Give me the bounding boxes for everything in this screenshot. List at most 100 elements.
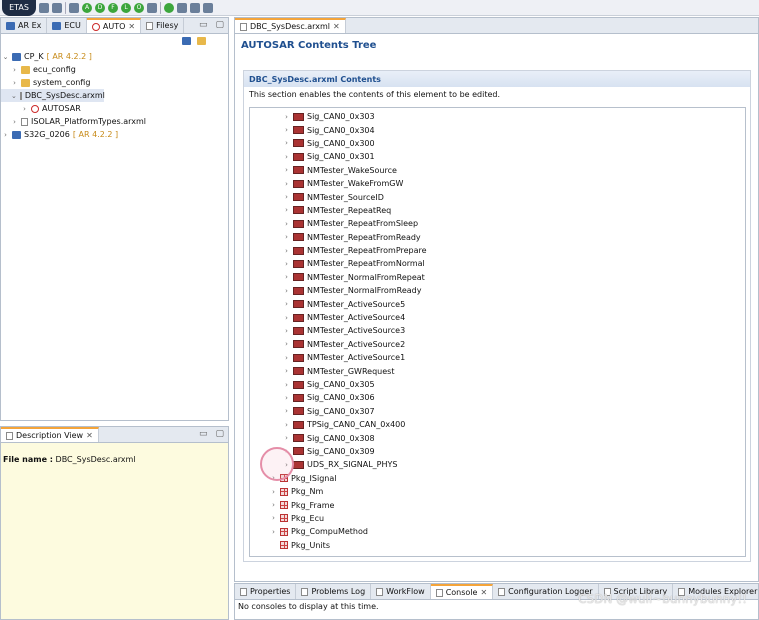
- close-icon[interactable]: ✕: [480, 588, 487, 597]
- package-tree-item[interactable]: › Pkg_CompuMethod: [250, 525, 745, 538]
- tab-dbc-sysdesc[interactable]: DBC_SysDesc.arxml ✕: [235, 18, 346, 33]
- tab-filesystem[interactable]: Filesy: [141, 18, 185, 33]
- signal-tree-item[interactable]: › UDS_RX_SIGNAL_PHYS: [250, 458, 745, 471]
- expand-arrow-icon[interactable]: ›: [11, 118, 18, 126]
- expand-arrow-icon[interactable]: ›: [283, 287, 290, 295]
- expand-arrow-icon[interactable]: ›: [283, 407, 290, 415]
- close-icon[interactable]: ✕: [128, 22, 135, 31]
- signal-tree-item[interactable]: › NMTester_RepeatReq: [250, 204, 745, 217]
- action-f-icon[interactable]: F: [108, 2, 118, 13]
- expand-arrow-icon[interactable]: ›: [270, 514, 277, 522]
- expand-arrow-icon[interactable]: ›: [283, 434, 290, 442]
- tree-item-platform-types[interactable]: › ISOLAR_PlatformTypes.arxml: [1, 115, 228, 128]
- tab-console[interactable]: Console ✕: [430, 584, 494, 599]
- tree-item-autosar[interactable]: › AUTOSAR: [1, 102, 228, 115]
- tree-item-project-s32g[interactable]: › S32G_0206[ AR 4.2.2 ]: [1, 128, 228, 141]
- forward-icon[interactable]: [203, 2, 213, 13]
- signal-tree-item[interactable]: › NMTester_SourceID: [250, 190, 745, 203]
- expand-arrow-icon[interactable]: ›: [283, 247, 290, 255]
- expand-arrow-icon[interactable]: ›: [283, 367, 290, 375]
- signal-tree-item[interactable]: › Sig_CAN0_0x303: [250, 110, 745, 123]
- action-a-icon[interactable]: A: [82, 2, 92, 13]
- expand-arrow-icon[interactable]: ›: [283, 340, 290, 348]
- signal-tree-item[interactable]: › NMTester_ActiveSource2: [250, 338, 745, 351]
- signal-tree-item[interactable]: › NMTester_GWRequest: [250, 364, 745, 377]
- expand-arrow-icon[interactable]: ›: [283, 220, 290, 228]
- package-tree-item[interactable]: › Pkg_Ecu: [250, 512, 745, 525]
- tab-ecu[interactable]: ECU: [47, 18, 87, 33]
- package-tree-item[interactable]: › Pkg_Nm: [250, 485, 745, 498]
- action-l-icon[interactable]: L: [121, 2, 131, 13]
- close-icon[interactable]: ✕: [86, 431, 93, 440]
- tree-icon[interactable]: [52, 2, 62, 13]
- signal-tree-item[interactable]: › NMTester_RepeatFromPrepare: [250, 244, 745, 257]
- action-d-icon[interactable]: D: [95, 2, 105, 13]
- action-o-icon[interactable]: O: [134, 2, 144, 13]
- collapse-all-icon[interactable]: [182, 37, 191, 45]
- expand-arrow-icon[interactable]: ›: [283, 421, 290, 429]
- signal-tree-item[interactable]: › Sig_CAN0_0x304: [250, 123, 745, 136]
- new-icon[interactable]: [39, 2, 49, 13]
- tab-properties[interactable]: Properties: [235, 584, 297, 599]
- signal-tree-item[interactable]: › TPSig_CAN0_CAN_0x400: [250, 418, 745, 431]
- back-icon[interactable]: [190, 2, 200, 13]
- signal-tree-item[interactable]: › Sig_CAN0_0x305: [250, 378, 745, 391]
- package-tree-item[interactable]: › Pkg_ISignal: [250, 472, 745, 485]
- signal-tree-item[interactable]: › NMTester_NormalFromReady: [250, 284, 745, 297]
- expand-arrow-icon[interactable]: ›: [283, 300, 290, 308]
- build-icon[interactable]: [177, 2, 187, 13]
- tab-workflow[interactable]: WorkFlow: [371, 584, 431, 599]
- signal-tree-item[interactable]: › NMTester_RepeatFromReady: [250, 231, 745, 244]
- signal-tree-item[interactable]: › Sig_CAN0_0x309: [250, 445, 745, 458]
- expand-arrow-icon[interactable]: ›: [283, 180, 290, 188]
- tab-description-view[interactable]: Description View ✕: [1, 427, 99, 442]
- package-tree-item[interactable]: › Pkg_Frame: [250, 498, 745, 511]
- tree-item-project-cp-k[interactable]: ⌄ CP_K[ AR 4.2.2 ]: [1, 50, 228, 63]
- expand-arrow-icon[interactable]: ›: [283, 166, 290, 174]
- expand-arrow-icon[interactable]: ›: [2, 131, 9, 139]
- signal-tree-item[interactable]: › Sig_CAN0_0x306: [250, 391, 745, 404]
- expand-arrow-icon[interactable]: ›: [283, 314, 290, 322]
- tree-item-system-config[interactable]: › system_config: [1, 76, 228, 89]
- signal-tree-item[interactable]: › NMTester_ActiveSource4: [250, 311, 745, 324]
- expand-arrow-icon[interactable]: ›: [11, 66, 18, 74]
- signal-tree-item[interactable]: › NMTester_ActiveSource5: [250, 297, 745, 310]
- expand-arrow-icon[interactable]: ›: [283, 206, 290, 214]
- signal-tree-item[interactable]: › Sig_CAN0_0x307: [250, 405, 745, 418]
- tab-autosar[interactable]: AUTO ✕: [86, 18, 142, 33]
- signal-tree-item[interactable]: › NMTester_ActiveSource3: [250, 324, 745, 337]
- package-tree-item[interactable]: Pkg_Units: [250, 539, 745, 552]
- collapse-arrow-icon[interactable]: ⌄: [11, 92, 17, 100]
- expand-arrow-icon[interactable]: ›: [270, 488, 277, 496]
- tab-problems-log[interactable]: Problems Log: [296, 584, 372, 599]
- signal-tree-item[interactable]: › Sig_CAN0_0x300: [250, 137, 745, 150]
- minimize-icon[interactable]: ▭: [199, 21, 208, 30]
- expand-arrow-icon[interactable]: ›: [21, 105, 28, 113]
- signal-tree-item[interactable]: › NMTester_RepeatFromSleep: [250, 217, 745, 230]
- expand-arrow-icon[interactable]: ›: [270, 528, 277, 536]
- link-editor-icon[interactable]: [197, 37, 206, 45]
- expand-arrow-icon[interactable]: ›: [283, 233, 290, 241]
- expand-arrow-icon[interactable]: ›: [283, 394, 290, 402]
- expand-arrow-icon[interactable]: ›: [283, 381, 290, 389]
- tree-item-ecu-config[interactable]: › ecu_config: [1, 63, 228, 76]
- maximize-icon[interactable]: ▢: [215, 21, 224, 30]
- expand-arrow-icon[interactable]: ›: [283, 153, 290, 161]
- expand-arrow-icon[interactable]: ›: [283, 354, 290, 362]
- signal-tree-item[interactable]: › Sig_CAN0_0x301: [250, 150, 745, 163]
- expand-arrow-icon[interactable]: ›: [11, 79, 18, 87]
- expand-arrow-icon[interactable]: ›: [283, 260, 290, 268]
- run-icon[interactable]: [164, 2, 174, 13]
- tab-ar-explorer[interactable]: AR Ex: [1, 18, 48, 33]
- signal-tree-item[interactable]: › NMTester_ActiveSource1: [250, 351, 745, 364]
- signal-tree-item[interactable]: › NMTester_WakeSource: [250, 164, 745, 177]
- expand-arrow-icon[interactable]: ›: [283, 327, 290, 335]
- signal-tree-item[interactable]: › NMTester_RepeatFromNormal: [250, 257, 745, 270]
- collapse-arrow-icon[interactable]: ⌄: [2, 53, 9, 61]
- signal-tree-item[interactable]: › Sig_CAN0_0x308: [250, 431, 745, 444]
- tree-item-dbc-sysdesc[interactable]: ⌄ DBC_SysDesc.arxml: [1, 89, 105, 102]
- expand-arrow-icon[interactable]: ›: [283, 273, 290, 281]
- signal-tree-item[interactable]: › NMTester_WakeFromGW: [250, 177, 745, 190]
- expand-arrow-icon[interactable]: ›: [283, 126, 290, 134]
- expand-arrow-icon[interactable]: ›: [270, 501, 277, 509]
